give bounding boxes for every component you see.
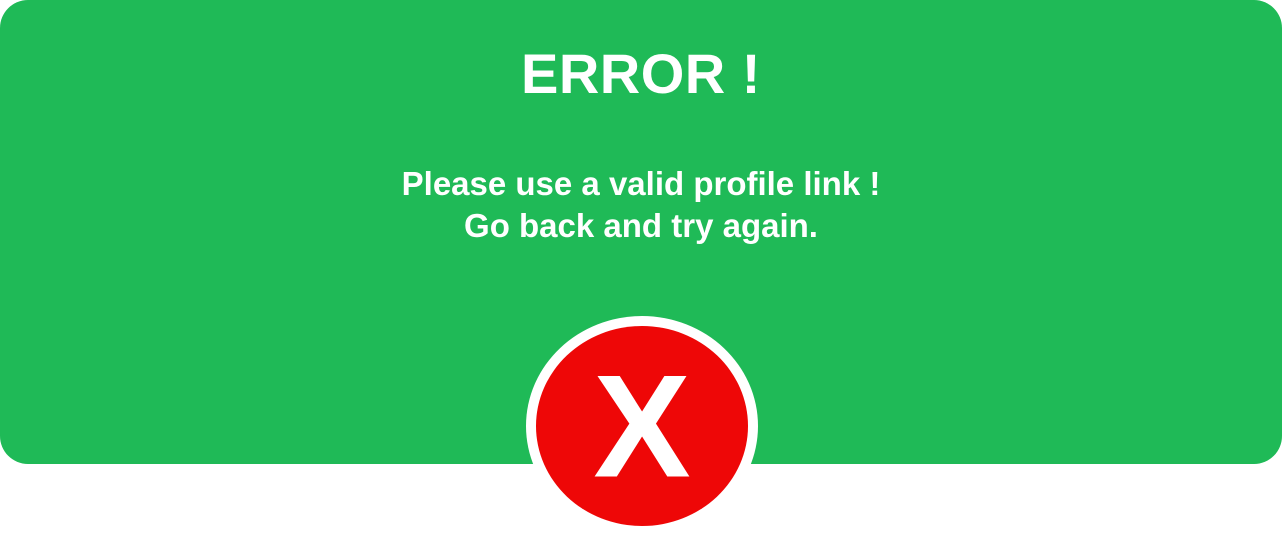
error-message: Please use a valid profile link ! Go bac… <box>0 163 1282 247</box>
error-message-line-1: Please use a valid profile link ! <box>401 165 881 202</box>
error-page: ERROR ! Please use a valid profile link … <box>0 0 1282 547</box>
close-x-icon: X <box>526 316 758 536</box>
badge-letter: X <box>593 345 690 508</box>
error-title: ERROR ! <box>521 42 761 105</box>
error-message-line-2: Go back and try again. <box>464 207 818 244</box>
